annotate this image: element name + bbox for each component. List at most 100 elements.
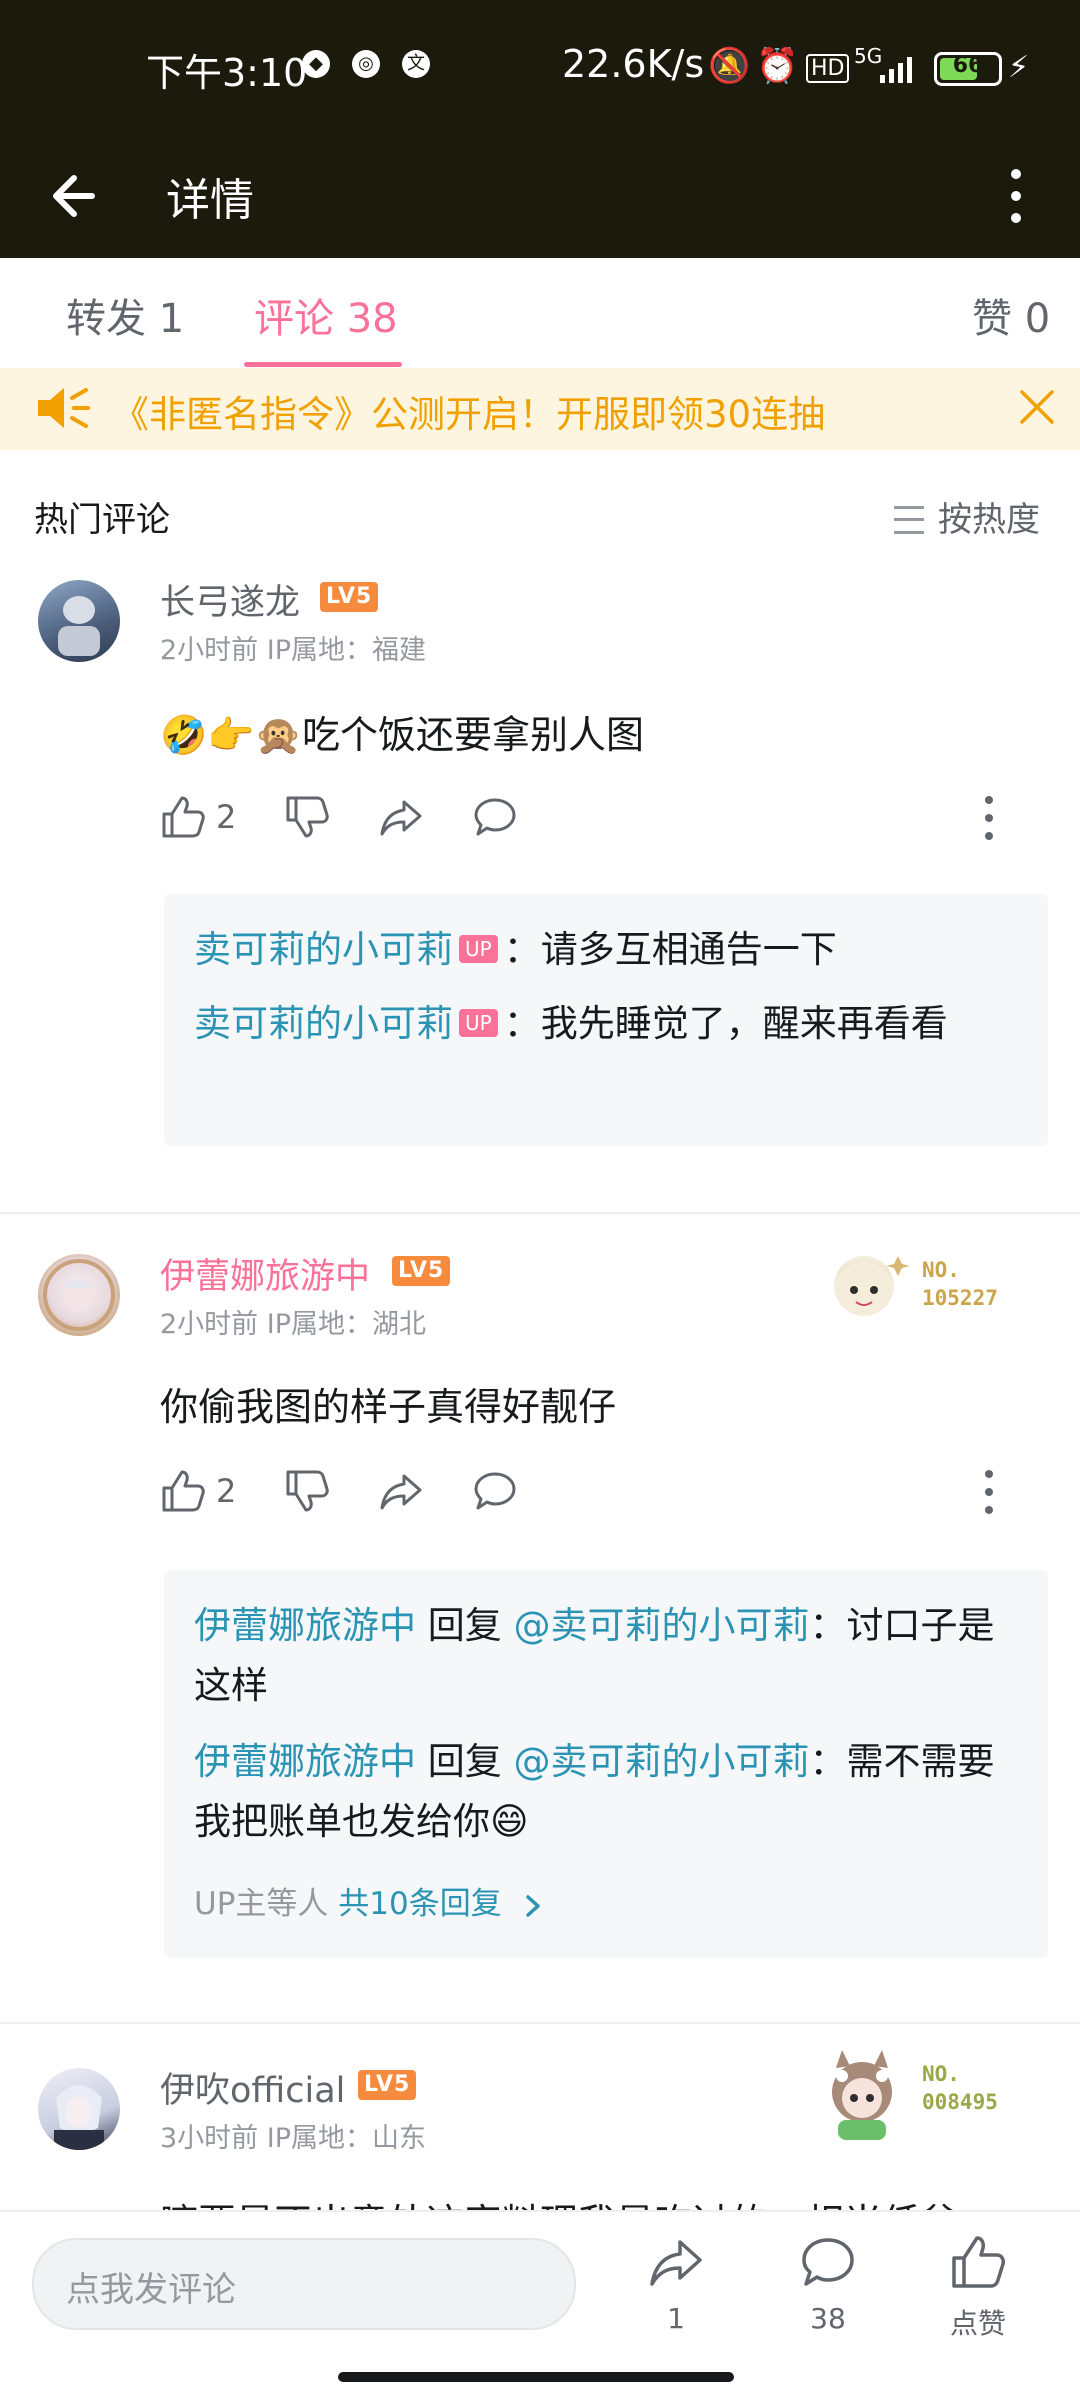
reply-line: 伊蕾娜旅游中 回复 @卖可莉的小可莉：需不需要我把账单也发给你😄 (194, 1732, 1014, 1852)
reply-author[interactable]: 伊蕾娜旅游中 (194, 1740, 416, 1783)
comment-username[interactable]: 伊吹official (160, 2062, 345, 2113)
hot-comments-title: 热门评论 (34, 500, 170, 540)
comment-meta: 2小时前 IP属地：湖北 (160, 1309, 427, 1340)
comment-text: 你偷我图的样子真得好靓仔 (160, 1385, 617, 1429)
speaker-icon (38, 388, 90, 428)
reply-word: 回复 (416, 1604, 514, 1647)
page-title: 详情 (166, 175, 254, 226)
gesture-home-indicator[interactable] (338, 2372, 734, 2382)
comment-more-icon[interactable] (982, 1466, 996, 1518)
share-count: 1 (667, 2302, 685, 2335)
more-options-icon[interactable] (996, 162, 1036, 230)
like-count: 2 (216, 798, 237, 836)
cyan-app-icon: ◆ (302, 50, 330, 78)
thumbs-up-icon (952, 2236, 1005, 2288)
comment-more-icon[interactable] (982, 792, 996, 844)
share-icon (650, 2240, 702, 2286)
charging-icon: ⚡ (1008, 50, 1030, 85)
up-badge: UP (459, 934, 498, 963)
status-time: 下午3:10 (146, 51, 308, 95)
reply-line: 卖可莉的小可莉 UP ：我先睡觉了，醒来再看看 (194, 994, 1014, 1054)
comment-input[interactable]: 点我发评论 (32, 2238, 576, 2330)
back-arrow-icon[interactable] (44, 164, 108, 228)
reply-author[interactable]: 卖可莉的小可莉 (194, 928, 453, 971)
tab-comment[interactable]: 评论 38 (254, 286, 398, 344)
comment-count: 38 (810, 2302, 846, 2335)
thumbs-down-icon[interactable] (284, 794, 330, 840)
comment-text: 🤣👉🙊吃个饭还要拿别人图 (160, 713, 644, 757)
comment-icon (802, 2238, 854, 2286)
divider (0, 2022, 1080, 2024)
pendant-number: NO. 105227 (922, 1258, 998, 1310)
chevron-right-icon (525, 1894, 540, 1917)
reply-author[interactable]: 伊蕾娜旅游中 (194, 1604, 416, 1647)
battery-icon: 66 (934, 52, 1002, 86)
battery-level: 66 (952, 53, 984, 78)
comment-meta: 2小时前 IP属地：福建 (160, 635, 427, 666)
reply-line: 伊蕾娜旅游中 回复 @卖可莉的小可莉：讨口子是这样 (194, 1596, 1014, 1716)
up-badge: UP (459, 1008, 498, 1037)
comment-actions: 2 (160, 788, 1020, 848)
like-count: 2 (216, 1472, 237, 1510)
status-bar: 下午3:10 ◆ ◎ 文 22.6K/s 🔕 ⏰ HD 5G 66 ⚡ (0, 0, 1080, 134)
like-button[interactable]: 点赞 (918, 2232, 1038, 2342)
level-badge: LV5 (392, 1256, 451, 1286)
level-badge: LV5 (358, 2070, 417, 2100)
divider (0, 1212, 1080, 1214)
comment-username[interactable]: 长弓遂龙 (160, 574, 300, 625)
reply-target[interactable]: @卖可莉的小可莉 (514, 1740, 810, 1783)
share-button[interactable]: 1 (616, 2232, 736, 2335)
tab-repost[interactable]: 转发 1 (66, 286, 184, 344)
network-label: 5G (854, 44, 883, 68)
reply-icon[interactable] (472, 794, 518, 840)
purple-app-icon: ◎ (352, 50, 380, 78)
comment-button[interactable]: 38 (768, 2232, 888, 2335)
translate-app-icon: 文 (402, 50, 430, 78)
comment-input-placeholder: 点我发评论 (66, 2270, 236, 2310)
fan-medal-pendant[interactable]: NO. 008495 (812, 2042, 1022, 2142)
avatar[interactable] (38, 1254, 120, 1336)
sort-button[interactable]: 按热度 (894, 492, 1040, 541)
tab-bar: 转发 1 评论 38 赞 0 (0, 258, 1080, 368)
thumbs-up-icon[interactable] (160, 794, 206, 840)
sort-icon (894, 505, 924, 534)
comment-username[interactable]: 伊蕾娜旅游中 (160, 1248, 370, 1299)
pendant-character-icon (832, 2050, 892, 2140)
reply-author[interactable]: 卖可莉的小可莉 (194, 1002, 453, 1045)
signal-icon (880, 52, 920, 92)
reply-preview-box[interactable]: 卖可莉的小可莉 UP ：请多互相通告一下 卖可莉的小可莉 UP ：我先睡觉了，醒来再看看 (164, 894, 1048, 1146)
reply-text: ：请多互相通告一下 (503, 928, 837, 971)
close-icon[interactable] (1014, 384, 1060, 430)
pendant-number: NO. 008495 (922, 2062, 998, 2114)
sort-label: 按热度 (938, 500, 1040, 540)
more-replies-count: 共10条回复 (338, 1886, 502, 1922)
thumbs-down-icon[interactable] (284, 1468, 330, 1514)
reply-target[interactable]: @卖可莉的小可莉 (514, 1604, 810, 1647)
more-replies-prefix: UP主等人 (194, 1886, 339, 1922)
hd-icon: HD (806, 54, 850, 83)
share-icon[interactable] (378, 1468, 424, 1514)
view-all-replies-link[interactable]: UP主等人 共10条回复 (194, 1878, 544, 1923)
thumbs-up-icon[interactable] (160, 1468, 206, 1514)
like-label: 点赞 (949, 2307, 1006, 2340)
avatar[interactable] (38, 2068, 120, 2150)
avatar[interactable] (38, 580, 120, 662)
reply-text: ：我先睡觉了，醒来再看看 (503, 1002, 948, 1045)
banner-text: 《非匿名指令》公测开启！开服即领30连抽 (112, 393, 826, 436)
app-bar: 详情 (0, 134, 1080, 258)
reply-icon[interactable] (472, 1468, 518, 1514)
mute-icon: 🔕 (708, 46, 751, 86)
reply-word: 回复 (416, 1740, 514, 1783)
fan-medal-pendant[interactable]: NO. 105227 (812, 1238, 1022, 1338)
announcement-banner[interactable]: 《非匿名指令》公测开启！开服即领30连抽 (0, 368, 1080, 450)
level-badge: LV5 (320, 582, 379, 612)
reply-preview-box[interactable]: 伊蕾娜旅游中 回复 @卖可莉的小可莉：讨口子是这样 伊蕾娜旅游中 回复 @卖可莉… (164, 1570, 1048, 1958)
tab-like[interactable]: 赞 0 (972, 286, 1050, 344)
pendant-character-icon (834, 1256, 910, 1316)
reply-line: 卖可莉的小可莉 UP ：请多互相通告一下 (194, 920, 1014, 980)
alarm-icon: ⏰ (756, 46, 799, 86)
active-tab-indicator (244, 362, 402, 367)
comment-meta: 3小时前 IP属地：山东 (160, 2123, 427, 2154)
share-icon[interactable] (378, 794, 424, 840)
comment-actions: 2 (160, 1462, 1020, 1522)
